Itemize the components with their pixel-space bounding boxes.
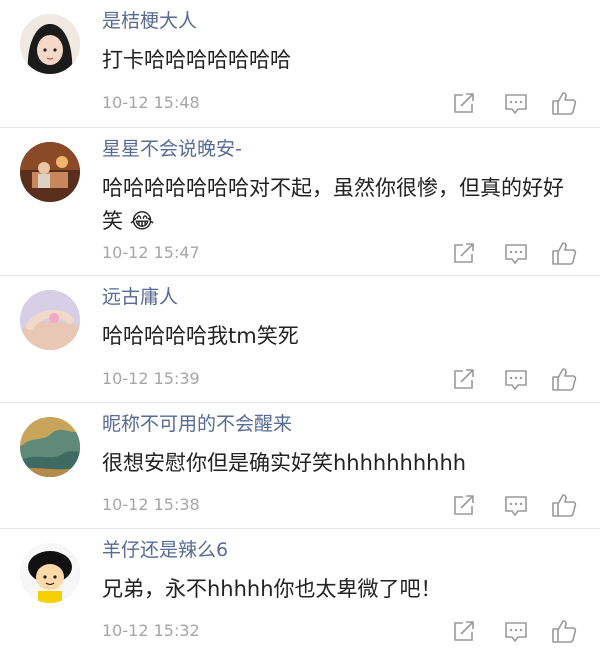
comment-actions bbox=[450, 365, 580, 393]
comment-item: 远古庸人 哈哈哈哈哈我tm笑死 10-12 15:39 bbox=[0, 276, 600, 403]
username[interactable]: 羊仔还是辣么6 bbox=[102, 537, 228, 563]
reply-button[interactable] bbox=[502, 89, 530, 117]
comment-actions bbox=[450, 89, 580, 117]
comment-item: 羊仔还是辣么6 兄弟，永不hhhhh你也太卑微了吧！ 10-12 15:32 bbox=[0, 529, 600, 656]
comment-time: 10-12 15:39 bbox=[102, 369, 200, 388]
share-icon bbox=[454, 93, 474, 113]
comment-icon bbox=[505, 94, 527, 115]
thumbs-up-icon bbox=[552, 620, 577, 643]
username[interactable]: 星星不会说晚安- bbox=[102, 136, 242, 162]
comment-list: 是桔梗大人 打卡哈哈哈哈哈哈哈 10-12 15:48 星星不会说晚安- 哈哈哈… bbox=[0, 0, 600, 656]
reply-button[interactable] bbox=[502, 617, 530, 645]
comment-text: 很想安慰你但是确实好笑hhhhhhhhhh bbox=[102, 451, 467, 475]
user-avatar[interactable] bbox=[20, 290, 80, 350]
comment-time: 10-12 15:32 bbox=[102, 621, 200, 640]
thumbs-up-icon bbox=[552, 242, 577, 265]
comment-text: 兄弟，永不hhhhh你也太卑微了吧！ bbox=[102, 577, 442, 601]
comment-text: 哈哈哈哈哈我tm笑死 bbox=[102, 324, 299, 348]
reply-button[interactable] bbox=[502, 239, 530, 267]
share-icon bbox=[454, 369, 474, 389]
share-icon bbox=[454, 495, 474, 515]
comment-icon bbox=[505, 244, 527, 265]
comment-icon bbox=[505, 370, 527, 391]
user-avatar[interactable] bbox=[20, 417, 80, 477]
share-button[interactable] bbox=[450, 491, 478, 519]
laughing-emoji-icon: 😂 bbox=[129, 209, 155, 233]
comment-time: 10-12 15:48 bbox=[102, 93, 200, 112]
comment-text: 打卡哈哈哈哈哈哈哈 bbox=[102, 48, 291, 72]
thumbs-up-icon bbox=[552, 92, 577, 115]
black-hair-girl-avatar-icon bbox=[20, 14, 80, 74]
user-avatar[interactable] bbox=[20, 14, 80, 74]
comment-icon bbox=[505, 496, 527, 517]
reply-button[interactable] bbox=[502, 365, 530, 393]
comment-text: 哈哈哈哈哈哈哈对不起，虽然你很惨，但真的好好笑 😂 bbox=[102, 176, 564, 233]
share-button[interactable] bbox=[450, 89, 478, 117]
share-icon bbox=[454, 621, 474, 641]
comment-actions bbox=[450, 239, 580, 267]
like-button[interactable] bbox=[550, 617, 578, 645]
comment-item: 是桔梗大人 打卡哈哈哈哈哈哈哈 10-12 15:48 bbox=[0, 0, 600, 128]
comment-item: 昵称不可用的不会醒来 很想安慰你但是确实好笑hhhhhhhhhh 10-12 1… bbox=[0, 403, 600, 529]
share-icon bbox=[454, 243, 474, 263]
share-button[interactable] bbox=[450, 617, 478, 645]
thumbs-up-icon bbox=[552, 368, 577, 391]
comment-actions bbox=[450, 617, 580, 645]
like-button[interactable] bbox=[550, 365, 578, 393]
comment-item: 星星不会说晚安- 哈哈哈哈哈哈哈对不起，虽然你很惨，但真的好好笑 😂 10-12… bbox=[0, 128, 600, 276]
cartoon-avatar-icon bbox=[20, 543, 80, 603]
username[interactable]: 远古庸人 bbox=[102, 284, 178, 310]
reply-button[interactable] bbox=[502, 491, 530, 519]
username[interactable]: 是桔梗大人 bbox=[102, 8, 197, 34]
painting-avatar-icon bbox=[20, 417, 80, 477]
share-button[interactable] bbox=[450, 365, 478, 393]
user-avatar[interactable] bbox=[20, 142, 80, 202]
comment-time: 10-12 15:38 bbox=[102, 495, 200, 514]
like-button[interactable] bbox=[550, 89, 578, 117]
thumbs-up-icon bbox=[552, 494, 577, 517]
like-button[interactable] bbox=[550, 491, 578, 519]
warm-room-avatar-icon bbox=[20, 142, 80, 202]
hand-avatar-icon bbox=[20, 290, 80, 350]
user-avatar[interactable] bbox=[20, 543, 80, 603]
like-button[interactable] bbox=[550, 239, 578, 267]
comment-time: 10-12 15:47 bbox=[102, 243, 200, 262]
comment-icon bbox=[505, 622, 527, 643]
share-button[interactable] bbox=[450, 239, 478, 267]
username[interactable]: 昵称不可用的不会醒来 bbox=[102, 411, 292, 437]
comment-actions bbox=[450, 491, 580, 519]
